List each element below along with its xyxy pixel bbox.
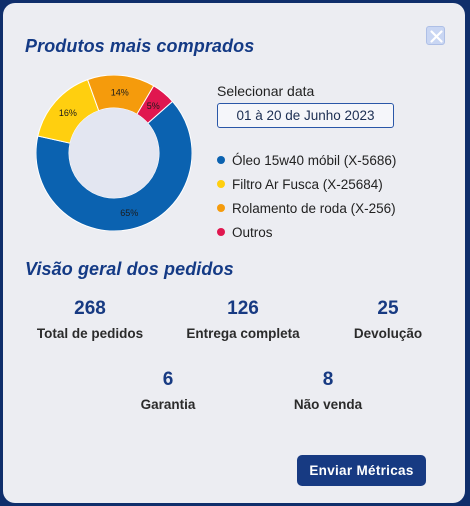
date-value: 01 à 20 de Junho 2023 [236, 108, 375, 123]
chart-legend: Óleo 15w40 móbil (X-5686) Filtro Ar Fusc… [217, 148, 396, 244]
date-selector[interactable]: 01 à 20 de Junho 2023 [217, 103, 394, 128]
legend-item: Óleo 15w40 móbil (X-5686) [217, 148, 396, 172]
legend-label: Óleo 15w40 móbil (X-5686) [232, 152, 397, 168]
dot-icon [217, 228, 225, 236]
dot-icon [217, 156, 225, 164]
metric-label: Garantia [140, 397, 196, 412]
date-label: Selecionar data [217, 83, 315, 99]
donut-chart: 65% 16% 14% 5% [36, 75, 192, 231]
products-title: Produtos mais comprados [25, 36, 255, 56]
slice-label: 5% [147, 101, 160, 111]
dot-icon [217, 204, 225, 212]
legend-label: Filtro Ar Fusca (X-25684) [232, 176, 383, 192]
metrics-panel: Produtos mais comprados 65% 16% 14% 5% Sele… [3, 3, 465, 503]
slice-label: 16% [59, 108, 77, 118]
metric-returns: 25 Devolução [333, 298, 443, 342]
metric-label: Não venda [293, 397, 363, 412]
metric-label: Total de pedidos [36, 326, 144, 341]
legend-item: Outros [217, 220, 396, 244]
legend-item: Rolamento de roda (X-256) [217, 196, 396, 220]
legend-label: Rolamento de roda (X-256) [232, 200, 396, 216]
metric-complete-delivery: 126 Entrega completa [178, 298, 308, 342]
overview-title: Visão geral dos pedidos [25, 259, 234, 279]
donut-hole [69, 108, 159, 198]
close-button[interactable] [426, 26, 445, 45]
close-icon [430, 30, 443, 43]
metric-no-sale: 8 Não venda [273, 369, 383, 413]
metric-value: 126 [227, 298, 259, 319]
metric-warranty: 6 Garantia [118, 369, 218, 413]
metric-value: 8 [322, 369, 334, 390]
legend-item: Filtro Ar Fusca (X-25684) [217, 172, 396, 196]
legend-label: Outros [232, 224, 273, 240]
metric-total-orders: 268 Total de pedidos [25, 298, 155, 342]
metric-label: Devolução [353, 326, 423, 341]
metric-value: 6 [162, 369, 174, 390]
metric-value: 25 [377, 298, 399, 319]
slice-label: 14% [111, 87, 129, 97]
slice-label: 65% [120, 208, 138, 218]
dot-icon [217, 180, 225, 188]
metric-label: Entrega completa [186, 326, 300, 341]
metric-value: 268 [74, 298, 106, 319]
send-metrics-button[interactable]: Enviar Métricas [297, 455, 426, 486]
